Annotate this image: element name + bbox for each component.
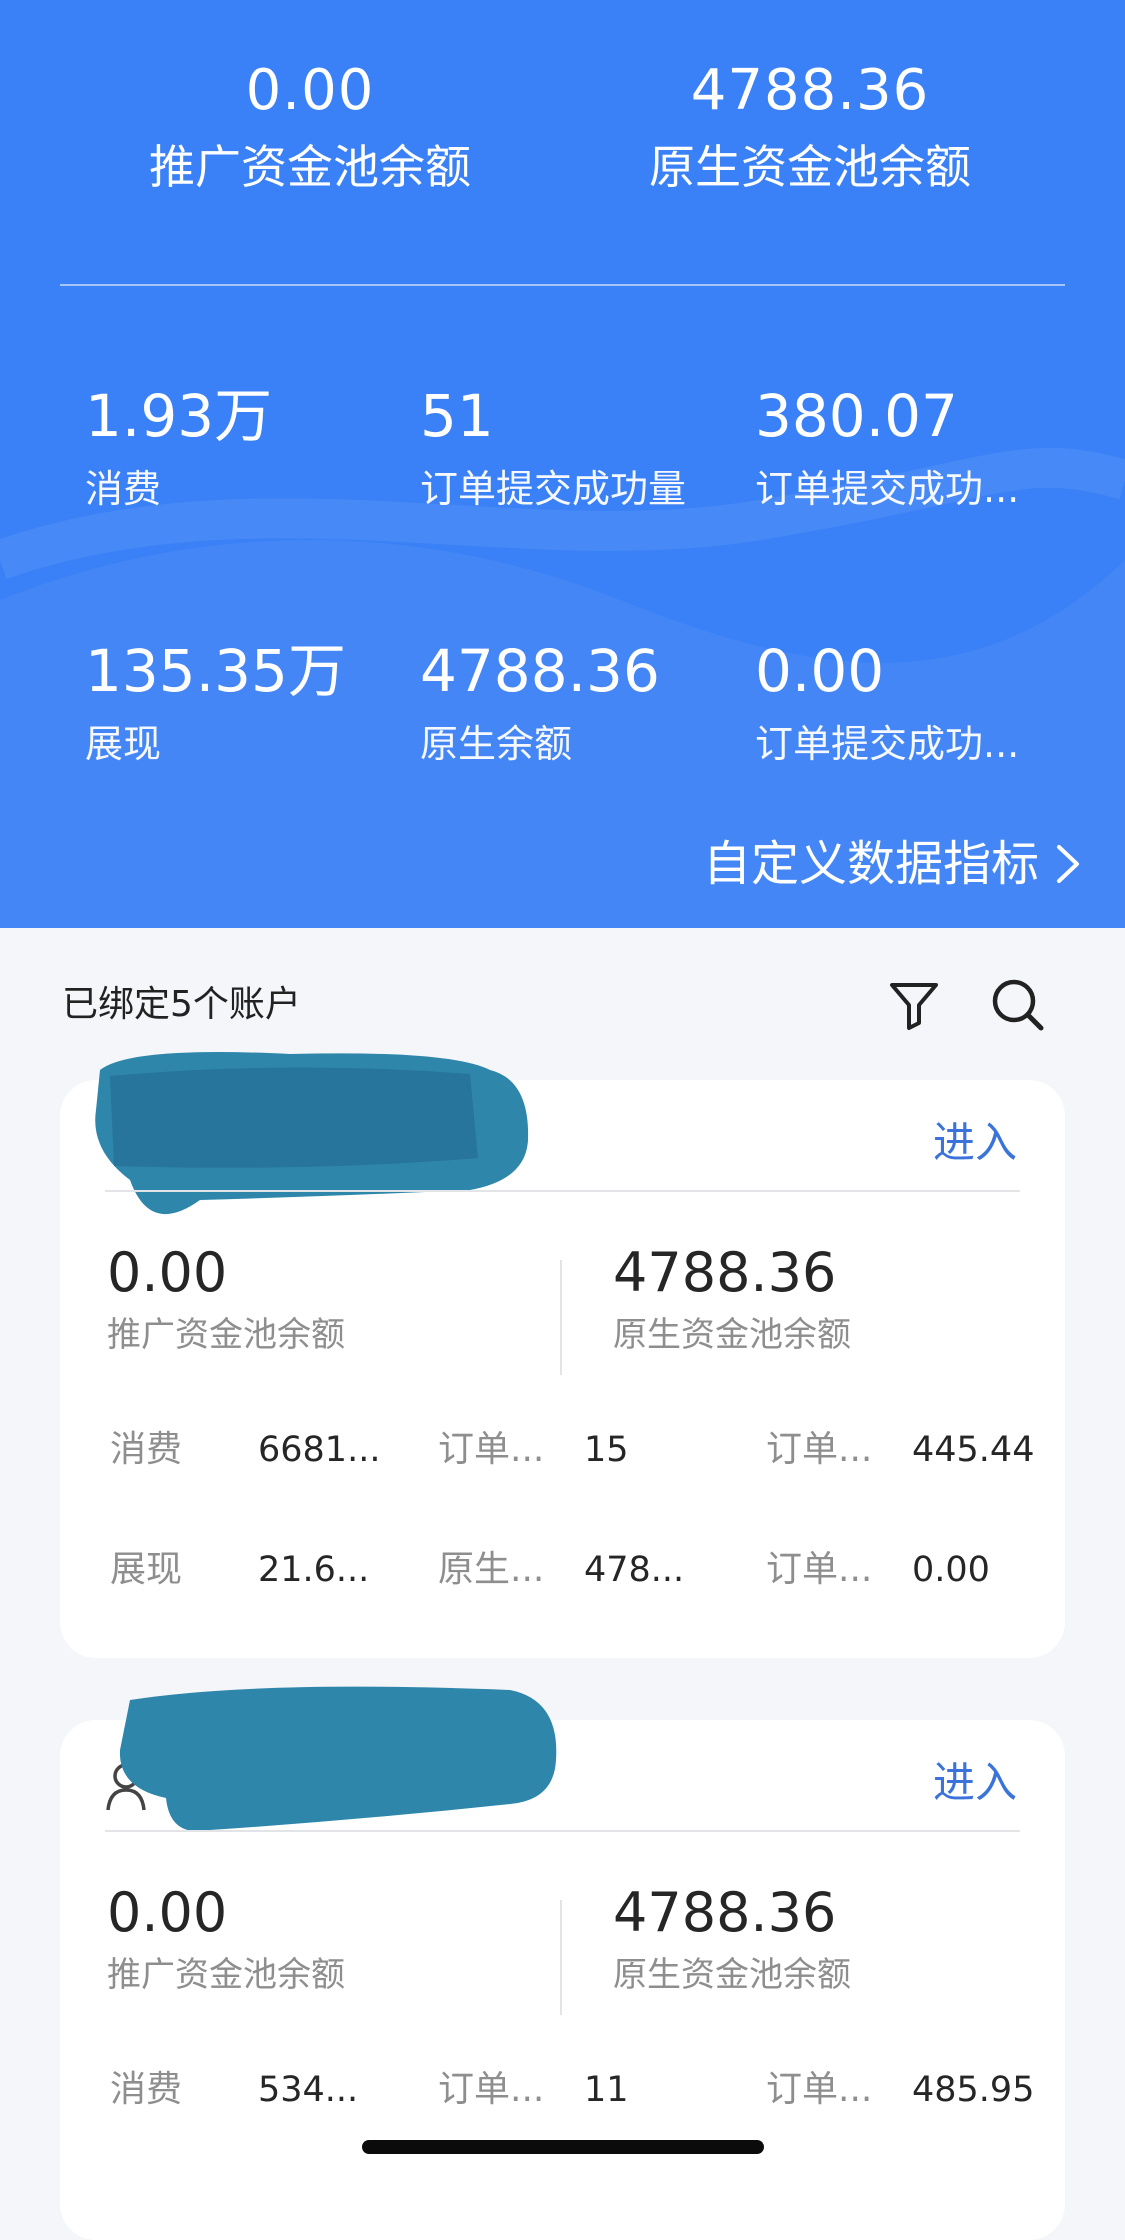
promo-pool-value: 0.00: [245, 58, 375, 123]
account-native-pool: 4788.36 原生资金池余额: [613, 1880, 851, 1998]
metric-value: 4788.36: [420, 637, 660, 705]
account-promo-pool-label: 推广资金池余额: [107, 1955, 345, 1995]
native-pool-summary: 4788.36 原生资金池余额: [570, 55, 1050, 197]
metric-value: 0.00: [755, 637, 885, 705]
metric-order-submit-cost[interactable]: 380.07 订单提交成功...: [755, 380, 1065, 514]
metric-label: 原生余额: [420, 722, 573, 766]
metric-value: 0.00: [912, 1550, 990, 1590]
account-native-pool-value: 4788.36: [613, 1881, 837, 1944]
metric-value: 135.35万: [85, 637, 346, 705]
metric-label: 消费: [110, 1429, 183, 1470]
metric-value: 380.07: [755, 382, 958, 450]
account-native-pool-label: 原生资金池余额: [613, 1315, 851, 1355]
card-vertical-divider: [560, 1900, 562, 2015]
account-native-pool-label: 原生资金池余额: [613, 1955, 851, 1995]
metric-label: 订单提交成功...: [755, 722, 1020, 766]
account-card: 进入 0.00 推广资金池余额 4788.36 原生资金池余额 消费 534..…: [60, 1686, 1065, 2240]
metric-label: 消费: [110, 2069, 183, 2110]
metric-native-balance[interactable]: 4788.36 原生余额: [420, 635, 740, 769]
search-icon[interactable]: [988, 975, 1048, 1035]
bound-accounts-title: 已绑定5个账户: [62, 984, 301, 1025]
metric-value: 534...: [258, 2070, 359, 2110]
metric-label: 订单...: [766, 1549, 873, 1590]
metric-order-submit-rate[interactable]: 0.00 订单提交成功...: [755, 635, 1065, 769]
metric-value: 478...: [584, 1550, 685, 1590]
native-pool-label: 原生资金池余额: [649, 140, 971, 194]
metric-label: 订单...: [766, 1429, 873, 1470]
metric-label: 订单提交成功量: [420, 467, 687, 511]
metric-value: 51: [420, 382, 494, 450]
account-card: 进入 0.00 推广资金池余额 4788.36 原生资金池余额 消费 6681.…: [60, 1052, 1065, 1658]
promo-pool-summary: 0.00 推广资金池余额: [70, 55, 550, 197]
metric-value: 485.95: [912, 2070, 1035, 2110]
metric-value: 1.93万: [85, 382, 273, 450]
home-indicator[interactable]: [362, 2140, 764, 2154]
account-promo-pool-value: 0.00: [107, 1881, 228, 1944]
metric-label: 展现: [85, 722, 162, 766]
metric-label: 订单...: [766, 2069, 873, 2110]
enter-account-link[interactable]: 进入: [933, 1114, 1017, 1172]
metric-spend[interactable]: 1.93万 消费: [85, 380, 405, 514]
metric-value: 6681...: [258, 1430, 381, 1470]
metric-label: 展现: [110, 1549, 183, 1590]
metric-label: 订单提交成功...: [755, 467, 1020, 511]
account-promo-pool-value: 0.00: [107, 1241, 228, 1304]
redacted-account-name: [95, 1052, 529, 1215]
metric-label: 订单...: [438, 2069, 545, 2110]
card-divider: [105, 1190, 1020, 1192]
metric-label: 原生...: [438, 1549, 545, 1590]
metric-order-submit-count[interactable]: 51 订单提交成功量: [420, 380, 740, 514]
enter-account-link[interactable]: 进入: [933, 1754, 1017, 1812]
metric-value: 11: [584, 2070, 629, 2110]
metric-value: 21.6...: [258, 1550, 370, 1590]
card-vertical-divider: [560, 1260, 562, 1375]
filter-icon[interactable]: [884, 975, 944, 1035]
customize-metrics-button[interactable]: 自定义数据指标: [703, 832, 1083, 896]
summary-header: 0.00 推广资金池余额 4788.36 原生资金池余额 1.93万 消费 51…: [0, 0, 1125, 928]
metric-value: 15: [584, 1430, 629, 1470]
metric-impressions[interactable]: 135.35万 展现: [85, 635, 405, 769]
redacted-account-name: [119, 1686, 557, 1832]
account-promo-pool: 0.00 推广资金池余额: [107, 1880, 345, 1998]
account-native-pool-value: 4788.36: [613, 1241, 837, 1304]
metric-value: 445.44: [912, 1430, 1035, 1470]
native-pool-value: 4788.36: [690, 58, 930, 123]
metric-label: 消费: [85, 467, 162, 511]
metric-label: 订单...: [438, 1429, 545, 1470]
chevron-right-icon: [1057, 845, 1079, 883]
customize-metrics-label: 自定义数据指标: [702, 836, 1039, 892]
promo-pool-label: 推广资金池余额: [149, 140, 471, 194]
header-divider: [60, 284, 1065, 286]
account-promo-pool-label: 推广资金池余额: [107, 1315, 345, 1355]
account-native-pool: 4788.36 原生资金池余额: [613, 1240, 851, 1358]
account-promo-pool: 0.00 推广资金池余额: [107, 1240, 345, 1358]
card-divider: [105, 1830, 1020, 1832]
